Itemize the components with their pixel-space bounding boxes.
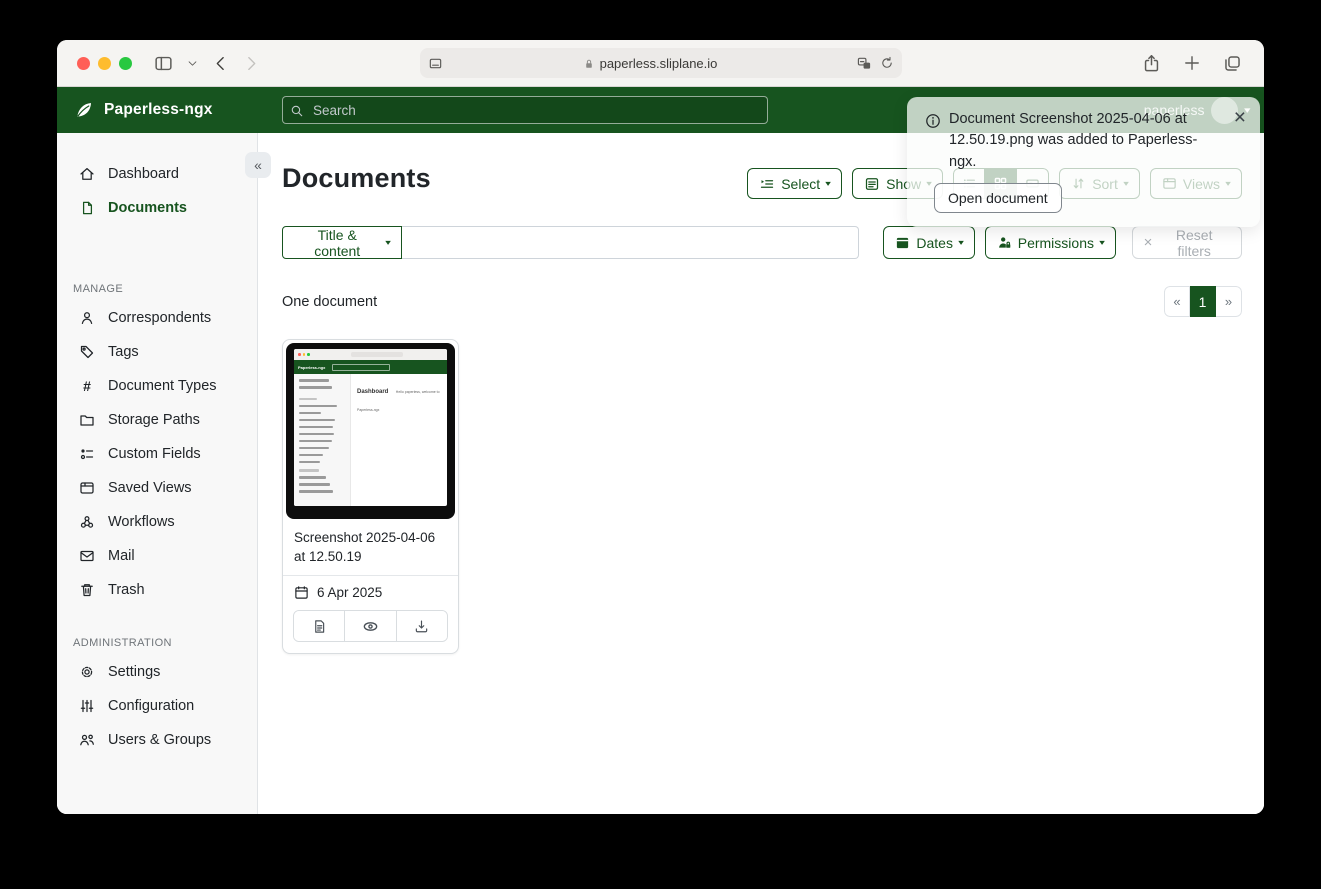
tag-icon xyxy=(79,344,95,360)
document-date: 6 Apr 2025 xyxy=(317,585,382,600)
documents-page: Documents Select ▾ Show ▾ xyxy=(258,133,1264,814)
permissions-filter-button[interactable]: Permissions ▾ xyxy=(985,226,1116,259)
toast-message: Document Screenshot 2025-04-06 at 12.50.… xyxy=(949,109,1215,173)
chevron-down-icon[interactable] xyxy=(187,58,198,69)
search-icon xyxy=(290,102,304,120)
window-controls xyxy=(77,57,132,70)
sidebar-item-mail[interactable]: Mail xyxy=(57,539,257,573)
minimize-window-button[interactable] xyxy=(98,57,111,70)
sidebar-section-administration: ADMINISTRATION xyxy=(73,637,257,649)
pagination-next[interactable]: » xyxy=(1216,286,1242,317)
sidebar-section-manage: MANAGE xyxy=(73,283,257,295)
x-icon: × xyxy=(1144,235,1153,250)
page-title: Documents xyxy=(282,163,431,194)
app-brand[interactable]: Paperless-ngx xyxy=(74,100,213,120)
document-count: One document xyxy=(282,294,377,310)
sidebar-item-workflows[interactable]: Workflows xyxy=(57,505,257,539)
zoom-window-button[interactable] xyxy=(119,57,132,70)
tab-overview-icon[interactable] xyxy=(1223,54,1242,73)
sidebar-item-correspondents[interactable]: Correspondents xyxy=(57,301,257,335)
diagram-icon xyxy=(79,514,95,530)
sidebar-item-tags[interactable]: Tags xyxy=(57,335,257,369)
translate-icon[interactable] xyxy=(857,56,872,71)
pagination-page-1[interactable]: 1 xyxy=(1190,286,1216,317)
gear-icon xyxy=(79,664,95,680)
window-icon xyxy=(79,480,95,496)
close-window-button[interactable] xyxy=(77,57,90,70)
close-icon[interactable]: × xyxy=(1234,109,1246,127)
search-input[interactable] xyxy=(282,96,768,124)
file-icon xyxy=(79,200,95,216)
hash-icon: # xyxy=(79,378,95,394)
sidebar: Dashboard Documents MANAGE Correspondent… xyxy=(57,133,258,814)
sidebar-collapse-button[interactable]: « xyxy=(245,152,271,178)
calendar-icon xyxy=(895,235,910,250)
open-document-button[interactable]: Open document xyxy=(934,183,1062,213)
filter-field-button[interactable]: Title & content ▾ xyxy=(282,226,402,259)
sidebar-item-trash[interactable]: Trash xyxy=(57,573,257,607)
pagination: « 1 » xyxy=(1164,286,1242,317)
sidebar-item-document-types[interactable]: # Document Types xyxy=(57,369,257,403)
person-icon xyxy=(79,310,95,326)
reload-icon[interactable] xyxy=(880,56,894,70)
edit-document-button[interactable] xyxy=(294,611,344,641)
sidebar-item-custom-fields[interactable]: Custom Fields xyxy=(57,437,257,471)
back-button[interactable] xyxy=(212,55,229,72)
sidebar-item-dashboard[interactable]: Dashboard xyxy=(57,157,257,191)
sidebar-toggle-icon[interactable] xyxy=(154,54,173,73)
sidebar-item-saved-views[interactable]: Saved Views xyxy=(57,471,257,505)
ui-radios-icon xyxy=(79,446,95,462)
preview-document-button[interactable] xyxy=(344,611,395,641)
people-icon xyxy=(79,732,95,748)
sidebar-item-settings[interactable]: Settings xyxy=(57,655,257,689)
calendar-icon xyxy=(294,585,309,600)
chevron-down-icon: ▾ xyxy=(825,180,831,188)
text-indent-icon xyxy=(759,176,775,192)
chevron-down-icon: ▾ xyxy=(1099,239,1105,247)
app-title: Paperless-ngx xyxy=(104,101,213,119)
trash-icon xyxy=(79,582,95,598)
chevron-down-icon: ▾ xyxy=(386,239,392,247)
info-icon xyxy=(925,112,941,130)
pagination-prev[interactable]: « xyxy=(1164,286,1190,317)
download-icon xyxy=(414,619,429,634)
person-lock-icon xyxy=(997,235,1012,250)
file-text-icon xyxy=(312,619,327,634)
browser-window: paperless.sliplane.io xyxy=(57,40,1264,814)
lock-icon xyxy=(583,56,595,71)
journal-text-icon xyxy=(864,176,880,192)
document-thumbnail[interactable]: Paperless-ngx xyxy=(286,343,455,519)
toast-notification: Document Screenshot 2025-04-06 at 12.50.… xyxy=(907,97,1260,227)
envelope-icon xyxy=(79,548,95,564)
url-text: paperless.sliplane.io xyxy=(600,56,718,71)
home-icon xyxy=(79,166,95,182)
dates-filter-button[interactable]: Dates ▾ xyxy=(883,226,975,259)
eye-icon xyxy=(362,618,379,635)
browser-toolbar: paperless.sliplane.io xyxy=(57,40,1264,87)
share-icon[interactable] xyxy=(1142,54,1161,73)
select-button[interactable]: Select ▾ xyxy=(747,168,842,199)
sidebar-item-documents[interactable]: Documents xyxy=(57,191,257,225)
sliders-icon xyxy=(79,698,95,714)
document-card: Paperless-ngx xyxy=(282,339,459,654)
page-settings-icon[interactable] xyxy=(428,56,443,71)
document-title[interactable]: Screenshot 2025-04-06 at 12.50.19 xyxy=(294,529,447,566)
new-tab-icon[interactable] xyxy=(1183,54,1201,72)
download-document-button[interactable] xyxy=(396,611,447,641)
chevron-down-icon: ▾ xyxy=(958,239,964,247)
folder-icon xyxy=(79,412,95,428)
sidebar-item-users-groups[interactable]: Users & Groups xyxy=(57,723,257,757)
sidebar-item-configuration[interactable]: Configuration xyxy=(57,689,257,723)
filter-text-input[interactable] xyxy=(402,226,859,259)
reset-filters-button[interactable]: × Reset filters xyxy=(1132,226,1242,259)
sidebar-item-storage-paths[interactable]: Storage Paths xyxy=(57,403,257,437)
document-actions xyxy=(293,610,448,642)
forward-button[interactable] xyxy=(243,55,260,72)
address-bar[interactable]: paperless.sliplane.io xyxy=(420,48,902,78)
paperless-leaf-logo xyxy=(74,100,94,120)
